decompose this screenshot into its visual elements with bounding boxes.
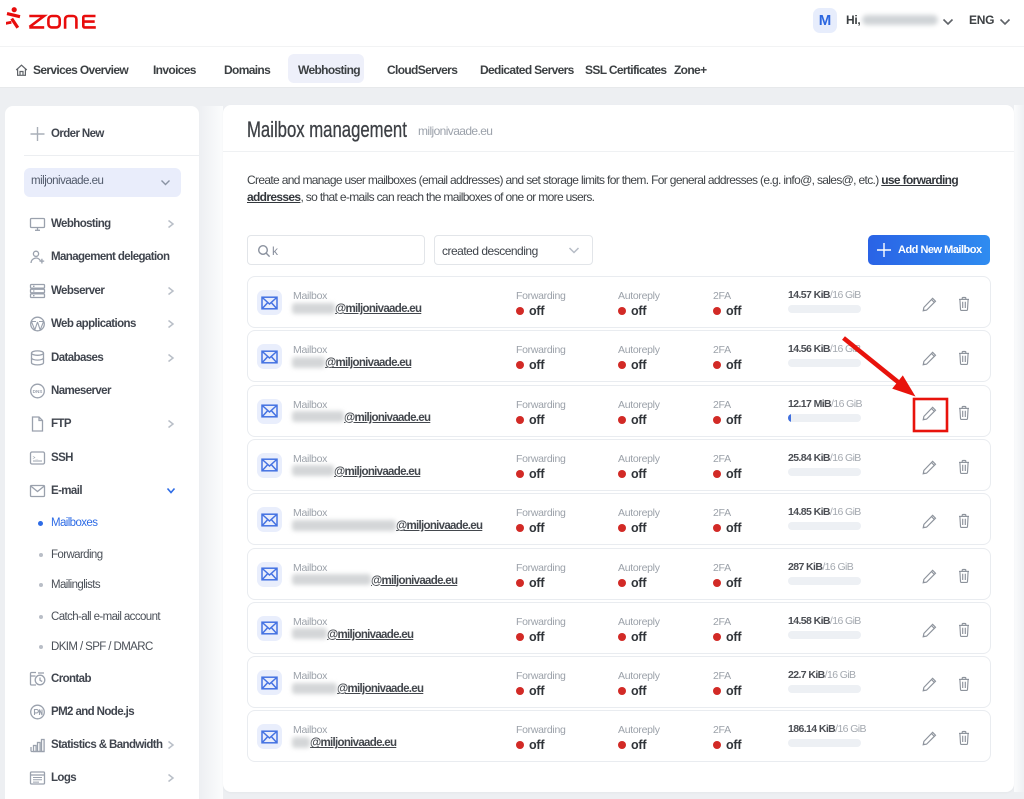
svg-text:DNS: DNS: [33, 389, 43, 394]
svg-text:>_: >_: [33, 455, 39, 461]
